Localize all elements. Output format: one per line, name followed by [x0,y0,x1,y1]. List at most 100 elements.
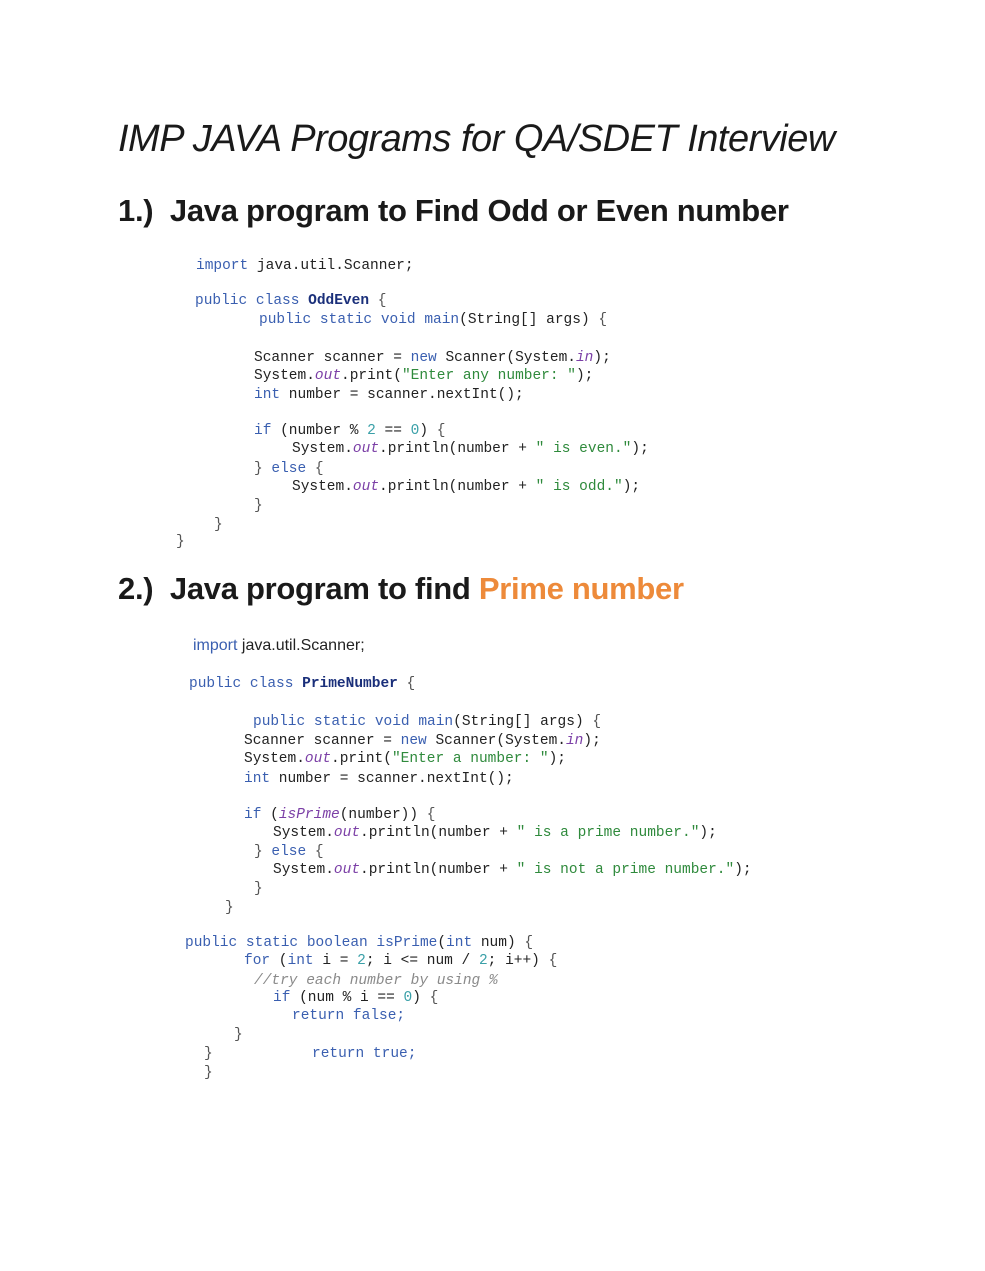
code-token: "Enter a number: " [391,751,549,767]
code-token: } [254,498,263,514]
code-token: else [271,461,307,477]
code-line: Scanner scanner = new Scanner(System.in)… [254,349,611,367]
code-token: ( [270,953,288,969]
code-token: for [244,953,271,969]
code-line: } [204,1045,213,1063]
code-token: ); [593,350,611,366]
code-line: } else { [254,843,324,861]
code-token: java.util.Scanner; [237,637,365,654]
code-line: System.out.print("Enter a number: "); [244,750,566,768]
code-token: ; i <= num / [365,953,479,969]
code-token: OddEven [308,293,370,309]
code-token: { [429,990,439,1006]
code-line: } [234,1026,243,1044]
code-line: public class OddEven { [195,292,386,310]
code-token: Scanner(System. [436,350,576,366]
code-token: (num % i == [290,990,404,1006]
code-token: java.util.Scanner; [248,258,414,274]
code-line: //try each number by using % [254,972,498,990]
code-token: { [426,807,436,823]
code-token: } [204,1046,213,1062]
code-token: public static void main [259,312,460,328]
section-title: Java program to find [169,571,479,606]
code-line: import java.util.Scanner; [196,257,414,275]
section-title-highlight: Prime number [478,571,684,606]
code-token: ); [575,368,594,384]
code-token: { [306,844,324,860]
code-token: .println(number + [360,862,517,878]
code-token: out [352,441,380,457]
code-token: PrimeNumber [302,676,398,692]
code-line: } [214,516,223,534]
code-token: } [254,461,272,477]
code-token: int [287,953,314,969]
code-line: return false; [292,1007,405,1025]
code-line: Scanner scanner = new Scanner(System.in)… [244,732,601,750]
code-token: ); [734,862,752,878]
code-token: { [592,714,602,730]
code-token: (String[] args) [459,312,599,328]
code-token: .print( [331,751,392,767]
code-token: out [333,862,361,878]
code-token: 2 [478,953,488,969]
code-token: .print( [341,368,402,384]
code-token: "Enter any number: " [401,368,576,384]
code-token: Scanner scanner = [244,733,401,749]
code-line: public static boolean isPrime(int num) { [185,934,533,952]
code-token: (number)) [339,807,427,823]
code-line: public static void main(String[] args) { [259,311,607,329]
section-title: Java program to Find Odd or Even number [169,193,789,228]
code-token: " is a prime number." [516,825,700,841]
code-line: } [204,1064,213,1082]
code-token: new [410,350,437,366]
code-token: ); [699,825,717,841]
code-token: out [304,751,332,767]
code-token: 2 [357,953,366,969]
code-token: i = [313,953,358,969]
code-token: 0 [403,990,413,1006]
code-token: return false; [292,1008,406,1024]
code-token: { [548,953,558,969]
code-token: number = scanner.nextInt(); [280,387,524,403]
code-token: { [397,676,416,692]
code-token: ; i++) [487,953,549,969]
code-line: if (number % 2 == 0) { [254,422,445,440]
code-token: System. [273,862,334,878]
code-token: public class [195,293,309,309]
code-token: " is even." [535,441,632,457]
code-token: out [314,368,342,384]
code-token: .println(number + [360,825,517,841]
code-token: } [254,844,272,860]
code-token: } [254,881,263,897]
code-token: (String[] args) [453,714,593,730]
code-line: import java.util.Scanner; [193,637,365,655]
code-token: out [352,479,380,495]
code-token: ) [419,423,437,439]
section-number: 2.) [118,571,154,606]
code-line: } [225,899,234,917]
code-token: .println(number + [379,479,536,495]
code-line: } else { [254,460,324,478]
code-line: public static void main(String[] args) { [253,713,601,731]
code-token: public static void main [253,714,454,730]
code-line: System.out.println(number + " is odd."); [292,478,640,496]
code-line: return true; [312,1045,416,1063]
code-line: if (isPrime(number)) { [244,806,435,824]
section-heading-prime: 2.) Java program to find Prime number [118,571,684,607]
code-token: { [369,293,387,309]
code-token: System. [292,479,353,495]
code-token: Scanner(System. [426,733,566,749]
code-token: if [254,423,272,439]
code-token: (number % [271,423,368,439]
code-token: System. [273,825,334,841]
code-line: } [254,497,263,515]
code-token: import [196,258,249,274]
code-token: { [598,312,608,328]
code-token: in [565,733,584,749]
code-token: out [333,825,361,841]
code-token: } [204,1065,213,1081]
code-token: ) [412,990,430,1006]
code-token: System. [292,441,353,457]
code-token: if [244,807,262,823]
code-token: " is not a prime number." [516,862,735,878]
